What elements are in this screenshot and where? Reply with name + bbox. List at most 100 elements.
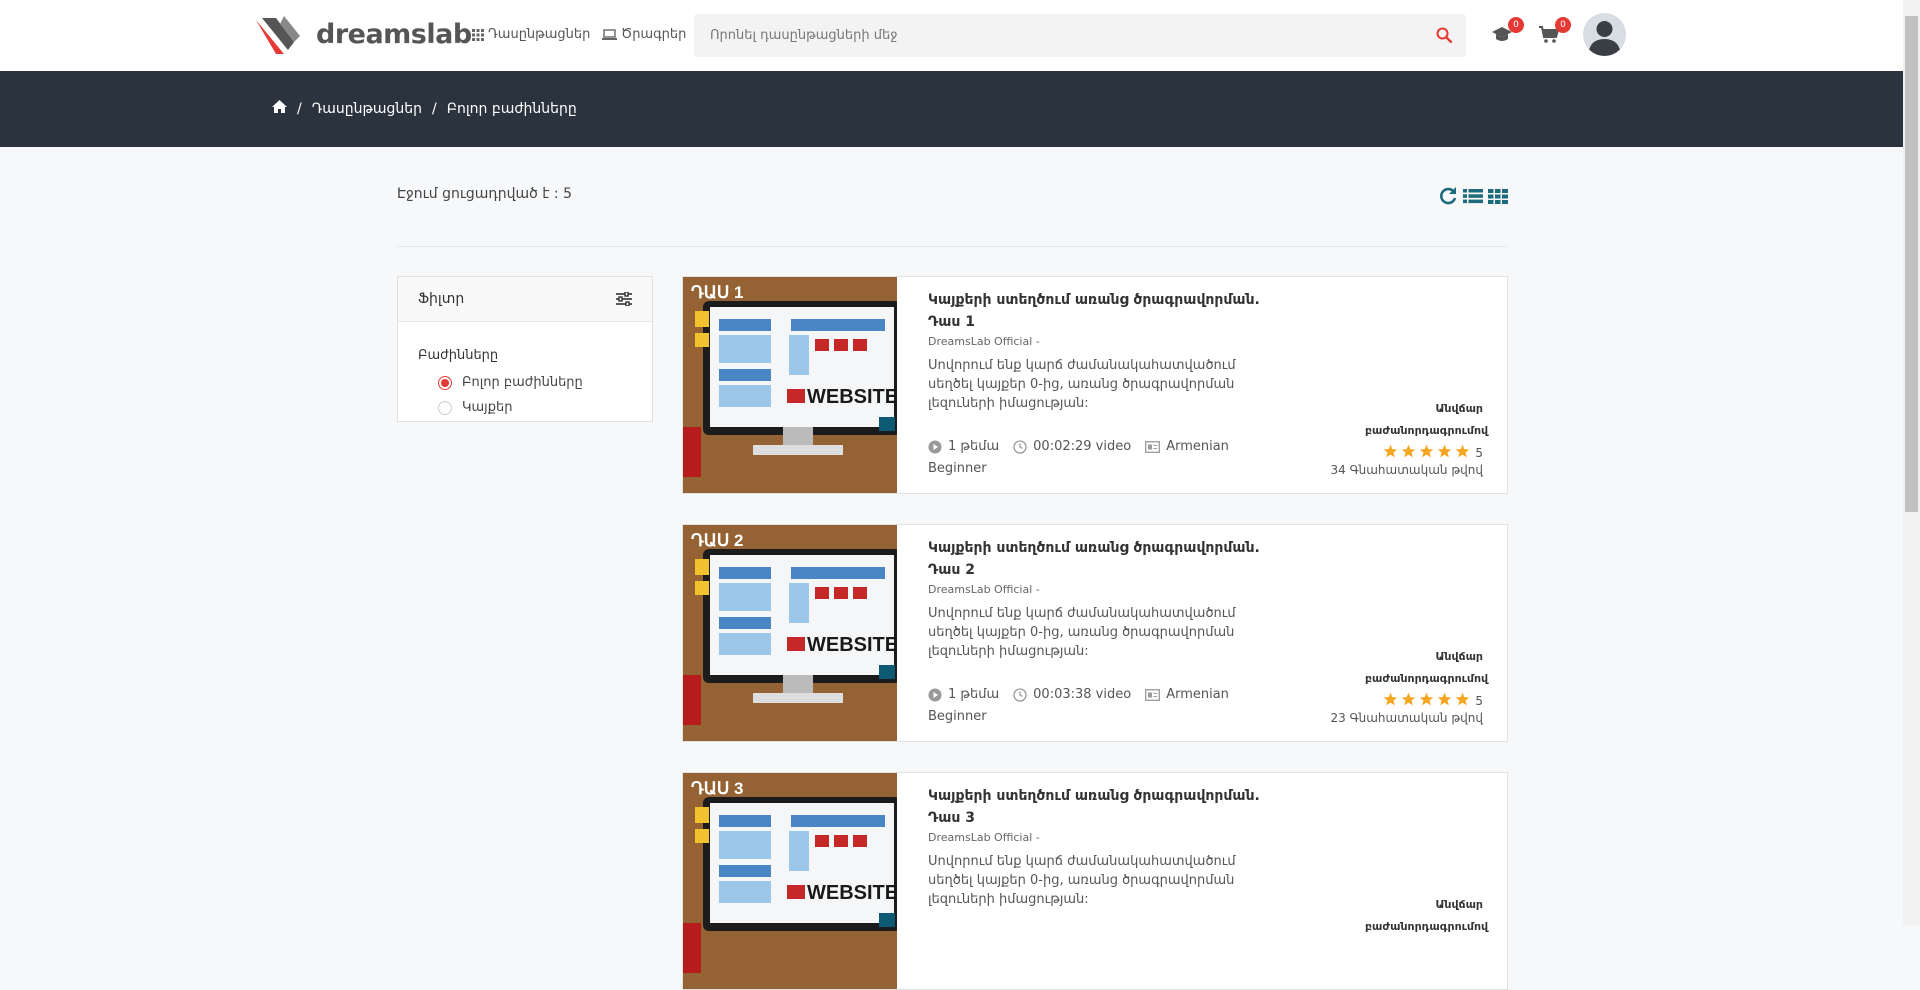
filter-section-title: Բաժինները <box>418 348 499 363</box>
nav-programs-label: Ծրագրեր <box>621 27 687 42</box>
breadcrumb-courses-link[interactable]: Դասընթացներ <box>312 101 422 117</box>
svg-text:WEBSITE: WEBSITE <box>807 634 897 656</box>
star-icon <box>1402 444 1416 458</box>
course-language: Armenian <box>1145 687 1229 702</box>
course-language: Armenian <box>1145 439 1229 454</box>
grid-icon <box>472 28 484 41</box>
course-lessons-text: 1 թեմա <box>948 439 1000 454</box>
filter-option-websites[interactable]: Կայքեր <box>438 400 632 415</box>
breadcrumb-current[interactable]: Բոլոր բաժինները <box>447 101 577 117</box>
course-badge: ԴԱՍ 1 <box>691 283 744 302</box>
star-icon <box>1420 444 1434 458</box>
course-rating: 5 <box>1331 444 1483 461</box>
course-price: Անվճար բաժանորդագրումով <box>1365 650 1489 685</box>
view-toggle-group <box>1438 186 1508 210</box>
grid-view-icon[interactable] <box>1488 186 1508 210</box>
course-rating: 5 <box>1331 692 1483 709</box>
cart-badge: 0 <box>1555 17 1571 33</box>
course-meta: 1 թեմա 00:02:29 video Armenian <box>928 439 1229 454</box>
course-price-rating: Անվճար բաժանորդագրումով 5 23 Գնահատական … <box>1330 646 1489 725</box>
star-icon <box>1402 692 1416 706</box>
course-thumbnail[interactable]: WEBSITE ԴԱՍ 2 <box>683 525 897 741</box>
course-card[interactable]: WEBSITE ԴԱՍ 2 Կայքերի ստեղծում առանց ծրա… <box>682 524 1508 742</box>
nav-programs-link[interactable]: Ծրագրեր <box>602 27 686 42</box>
course-description: Սովորում ենք կարճ ժամանակահատվածում սեղծ… <box>928 606 1236 659</box>
search-icon <box>1436 27 1453 44</box>
filter-panel: Ֆիլտր Բաժինները Բոլոր բաժինները Կայքեր <box>397 276 653 422</box>
filter-categories-section: Բաժինները Բոլոր բաժինները Կայքեր <box>398 322 652 415</box>
breadcrumb: / Դասընթացներ / Բոլոր բաժինները <box>272 100 577 117</box>
course-body: Կայքերի ստեղծում առանց ծրագրավորման. Դաս… <box>928 537 1488 661</box>
course-card[interactable]: WEBSITE ԴԱՍ 3 Կայքերի ստեղծում առանց ծրա… <box>682 772 1508 990</box>
star-rating <box>1383 692 1473 709</box>
divider <box>397 246 1507 247</box>
course-lessons-text: 1 թեմա <box>948 687 1000 702</box>
course-description: Սովորում ենք կարճ ժամանակահատվածում սեղծ… <box>928 358 1236 411</box>
radio-button[interactable] <box>438 400 452 415</box>
nav-courses-link[interactable]: Դասընթացներ <box>472 27 590 42</box>
course-badge: ԴԱՍ 2 <box>691 531 744 550</box>
results-count: Էջում ցուցադրված է : 5 <box>397 186 572 202</box>
clock-icon <box>1013 439 1027 454</box>
radio-button[interactable] <box>438 375 452 390</box>
course-thumbnail[interactable]: WEBSITE ԴԱՍ 3 <box>683 773 897 989</box>
breadcrumb-separator: / <box>431 100 437 117</box>
filter-option-all[interactable]: Բոլոր բաժինները <box>438 375 632 390</box>
search-input[interactable] <box>694 14 1410 57</box>
course-author[interactable]: DreamsLab Official - <box>928 831 1488 844</box>
course-thumbnail[interactable]: WEBSITE ԴԱՍ 1 <box>683 277 897 493</box>
cart-button[interactable]: 0 <box>1539 17 1571 48</box>
course-body: Կայքերի ստեղծում առանց ծրագրավորման. Դաս… <box>928 289 1488 413</box>
logo-text: dreamslab <box>316 18 472 50</box>
play-circle-icon <box>928 688 942 701</box>
course-description: Սովորում ենք կարճ ժամանակահատվածում սեղծ… <box>928 854 1236 907</box>
refresh-icon[interactable] <box>1438 186 1458 210</box>
course-author[interactable]: DreamsLab Official - <box>928 335 1488 348</box>
breadcrumb-separator: / <box>297 100 302 117</box>
my-courses-badge: 0 <box>1508 17 1524 33</box>
my-courses-button[interactable]: 0 <box>1492 17 1524 47</box>
star-icon <box>1456 444 1470 458</box>
star-icon <box>1438 692 1452 706</box>
user-silhouette-icon <box>1588 21 1621 56</box>
search-box <box>694 14 1466 57</box>
course-lessons: 1 թեմա <box>928 439 999 454</box>
filter-option-label: Բոլոր բաժինները <box>462 375 583 390</box>
breadcrumb-home-link[interactable] <box>272 100 287 117</box>
page-scrollbar[interactable] <box>1903 0 1920 925</box>
course-title[interactable]: Կայքերի ստեղծում առանց ծրագրավորման. Դաս… <box>928 537 1278 581</box>
course-title[interactable]: Կայքերի ստեղծում առանց ծրագրավորման. Դաս… <box>928 289 1278 333</box>
course-rating-count: 23 Գնահատական թվով <box>1330 711 1483 725</box>
page-header-band: / Դասընթացներ / Բոլոր բաժինները <box>0 71 1903 147</box>
scrollbar-thumb[interactable] <box>1905 16 1918 512</box>
filter-option-label: Կայքեր <box>462 400 513 415</box>
language-card-icon <box>1145 440 1161 453</box>
course-language-text: Armenian <box>1166 439 1229 454</box>
list-view-icon[interactable] <box>1463 186 1483 210</box>
filter-title: Ֆիլտր <box>418 291 465 307</box>
user-avatar[interactable] <box>1583 13 1626 56</box>
course-badge: ԴԱՍ 3 <box>691 779 744 798</box>
star-icon <box>1438 444 1452 458</box>
top-navbar: dreamslab Դասընթացներ Ծրագրեր 0 <box>0 0 1903 72</box>
play-circle-icon <box>928 440 942 453</box>
filter-header[interactable]: Ֆիլտր <box>398 277 652 322</box>
course-duration-text: 00:02:29 video <box>1033 439 1132 454</box>
course-rating-value: 5 <box>1475 693 1483 708</box>
svg-text:WEBSITE: WEBSITE <box>807 386 897 408</box>
course-level: Beginner <box>928 709 987 724</box>
sliders-icon[interactable] <box>616 292 632 306</box>
course-card[interactable]: WEBSITE ԴԱՍ 1 Կայքերի ստեղծում առանց ծրա… <box>682 276 1508 494</box>
search-button[interactable] <box>1436 27 1453 47</box>
star-icon <box>1456 692 1470 706</box>
course-title[interactable]: Կայքերի ստեղծում առանց ծրագրավորման. Դաս… <box>928 785 1278 829</box>
course-language-text: Armenian <box>1166 687 1229 702</box>
course-author[interactable]: DreamsLab Official - <box>928 583 1488 596</box>
course-rating-count: 34 Գնահատական թվով <box>1330 463 1483 477</box>
course-price: Անվճար բաժանորդագրումով <box>1365 402 1489 437</box>
course-price: Անվճար բաժանորդագրումով <box>1365 898 1489 933</box>
course-meta: 1 թեմա 00:03:38 video Armenian <box>928 687 1229 702</box>
course-lessons: 1 թեմա <box>928 687 999 702</box>
dreamslab-logo[interactable]: dreamslab <box>254 14 472 54</box>
star-icon <box>1420 692 1434 706</box>
